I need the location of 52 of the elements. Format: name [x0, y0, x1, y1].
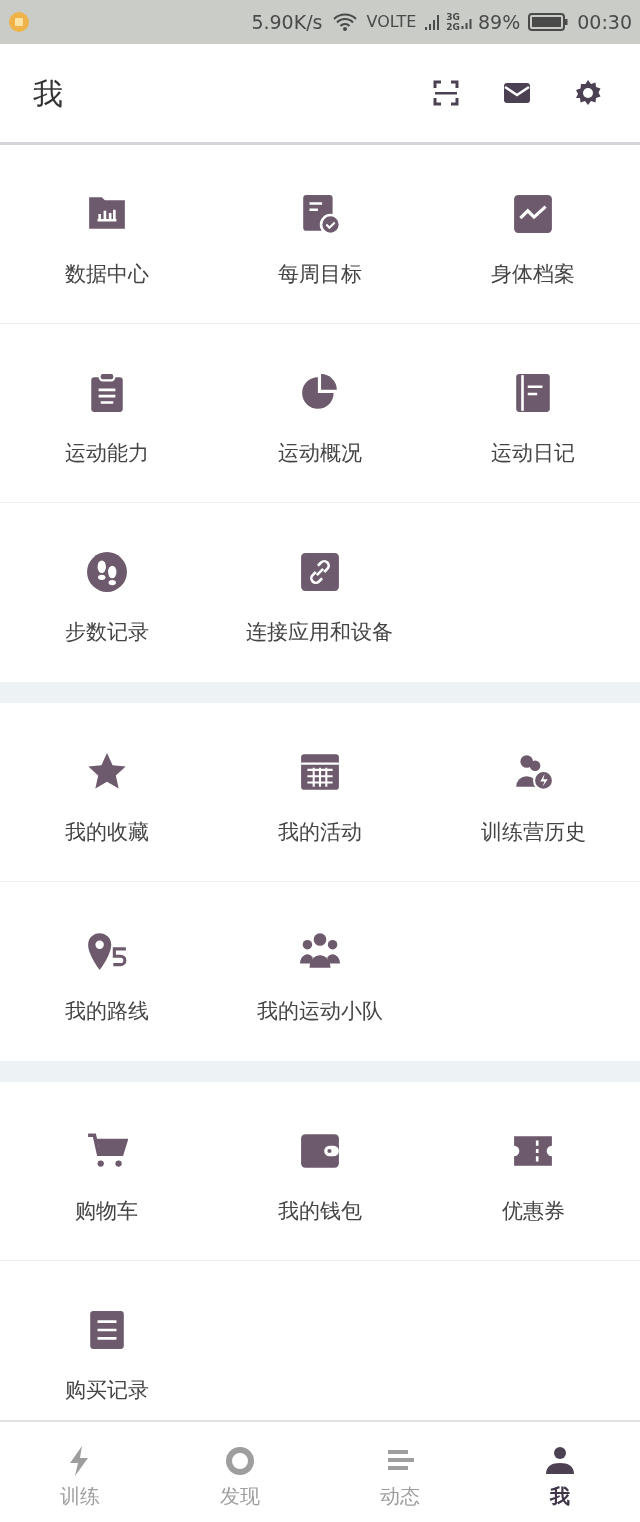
menu-label: 身体档案 [491, 261, 576, 288]
notification-icon [8, 11, 30, 33]
menu-item[interactable]: 我的收藏 [0, 703, 214, 881]
menu-label: 训练营历史 [480, 819, 586, 846]
footprints-icon [85, 551, 128, 593]
scan-icon [431, 78, 461, 108]
menu-label: 购买记录 [64, 1377, 149, 1404]
location-pin-icon [85, 930, 128, 972]
menu-item[interactable]: 优惠券 [426, 1082, 640, 1260]
network-label: VOLTE [366, 11, 417, 33]
menu-label: 我的钱包 [278, 1198, 362, 1225]
menu-item[interactable]: 运动能力 [0, 324, 214, 502]
menu-item[interactable]: 我的运动小队 [213, 882, 427, 1061]
menu-item[interactable]: 运动概况 [213, 324, 427, 502]
menu-label: 运动概况 [278, 440, 362, 467]
menu-item[interactable]: 运动日记 [426, 324, 640, 502]
menu-label: 连接应用和设备 [246, 619, 394, 646]
menu-label: 每周目标 [278, 261, 362, 288]
sim-label: 3G [446, 12, 460, 22]
menu-item[interactable]: 训练营历史 [426, 703, 640, 881]
link-icon [299, 551, 341, 593]
menu-item[interactable]: 连接应用和设备 [213, 503, 427, 682]
line-chart-icon [512, 193, 555, 235]
menu-label: 数据中心 [64, 261, 149, 288]
menu-item[interactable]: 步数记录 [0, 503, 214, 682]
menu-label: 步数记录 [64, 619, 149, 646]
calendar-icon [299, 751, 341, 793]
sim-label: 2G [446, 22, 460, 32]
menu-label: 购物车 [75, 1198, 139, 1225]
menu-label: 我的运动小队 [257, 998, 383, 1025]
menu-item[interactable]: 我的活动 [213, 703, 427, 881]
network-speed: 5.90K/s [251, 9, 323, 35]
nav-tab[interactable]: 我 [480, 1422, 640, 1522]
menu-label: 我的活动 [278, 819, 362, 846]
menu-label: 运动日记 [491, 440, 576, 467]
battery-percentage: 89% [478, 9, 521, 35]
page-title: 我 [33, 74, 63, 113]
menu-label: 运动能力 [64, 440, 149, 467]
menu-label: 我的路线 [64, 998, 149, 1025]
menu-label: 我的收藏 [64, 819, 149, 846]
clock-time: 00:30 [577, 9, 632, 35]
menu-item[interactable]: 数据中心 [0, 145, 214, 323]
menu-item[interactable]: 我的钱包 [213, 1082, 427, 1260]
menu-item[interactable]: 我的路线 [0, 882, 214, 1061]
ring-icon [224, 1444, 256, 1478]
menu-item[interactable]: 购买记录 [0, 1261, 214, 1420]
menu-label: 优惠券 [501, 1198, 565, 1225]
battery-icon [528, 13, 569, 31]
menu-item[interactable]: 身体档案 [426, 145, 640, 323]
menu-item[interactable]: 每周目标 [213, 145, 427, 323]
wifi-icon [332, 12, 359, 32]
menu-item[interactable]: 购物车 [0, 1082, 214, 1260]
